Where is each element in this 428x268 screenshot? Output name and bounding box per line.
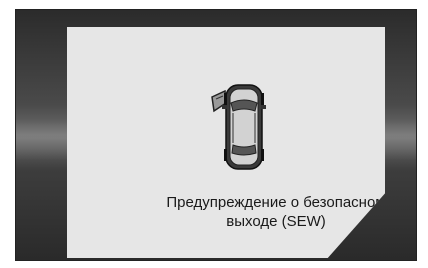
warning-line-1: Предупреждение о безопасном	[166, 194, 386, 211]
display-screen: Предупреждение о безопасном выходе (SEW)	[15, 9, 417, 261]
sew-warning-message: Предупреждение о безопасном выходе (SEW)	[127, 193, 386, 231]
screenshot-frame: Предупреждение о безопасном выходе (SEW)	[0, 0, 428, 268]
warning-line-2: выходе (SEW)	[226, 213, 326, 230]
warning-panel: Предупреждение о безопасном выходе (SEW)	[67, 27, 385, 258]
car-open-door-icon	[211, 84, 266, 170]
